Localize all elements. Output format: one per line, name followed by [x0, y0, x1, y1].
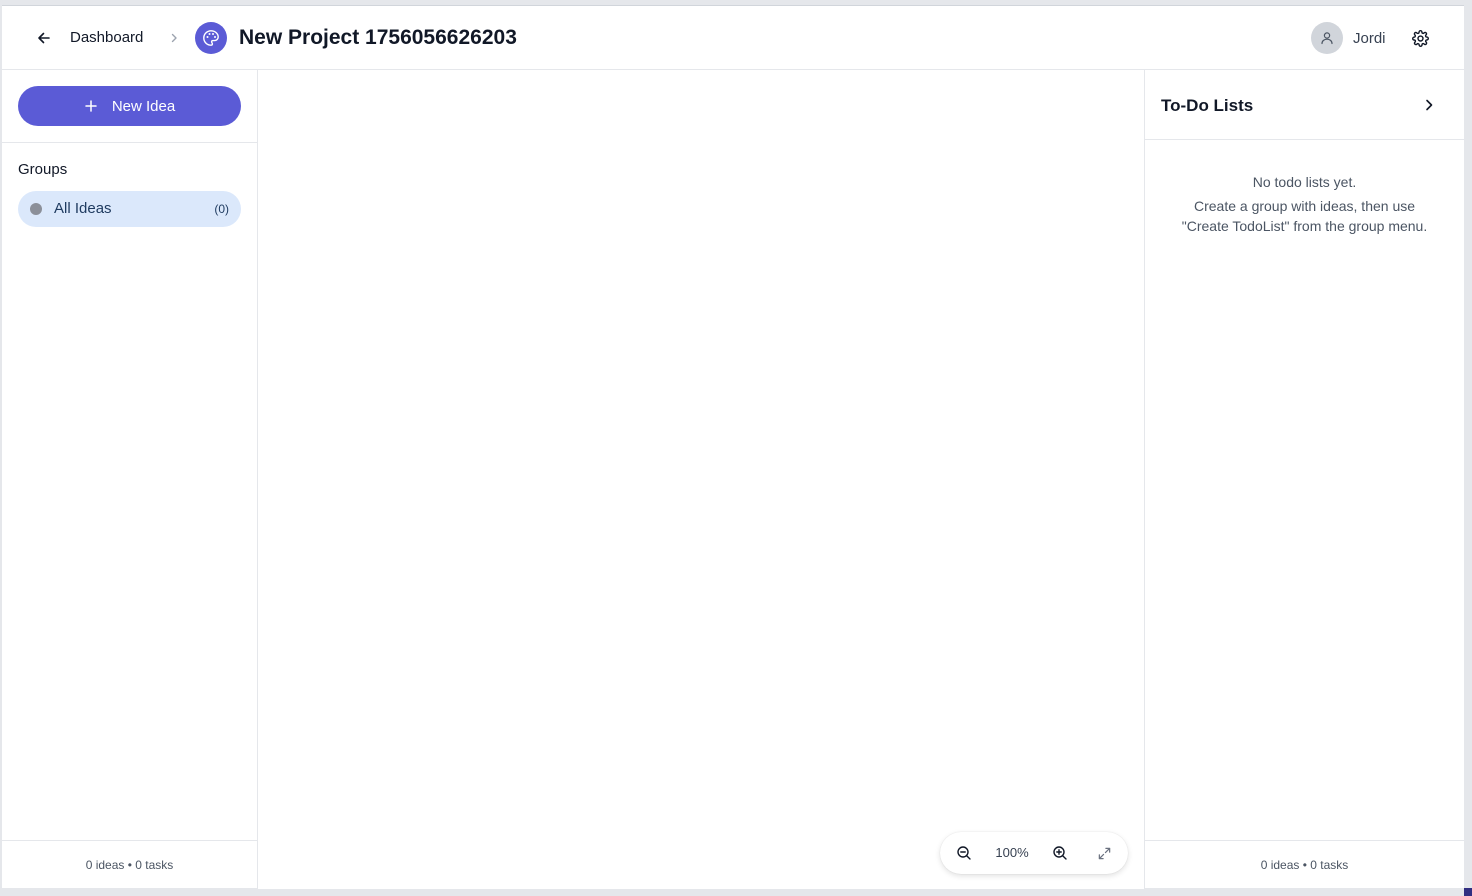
group-color-dot	[30, 203, 42, 215]
ideas-sidebar: New Idea Groups All Ideas (0) 0 ideas • …	[2, 70, 258, 889]
gear-icon	[1411, 29, 1429, 47]
app-window: Dashboard New Project 1756056626203 Jord…	[2, 5, 1464, 889]
avatar	[1311, 22, 1343, 54]
todo-panel-header: To-Do Lists	[1145, 70, 1464, 140]
user-name: Jordi	[1353, 29, 1386, 47]
top-header: Dashboard New Project 1756056626203 Jord…	[2, 6, 1464, 70]
plus-icon	[85, 100, 97, 112]
collapse-panel-button[interactable]	[1419, 95, 1439, 115]
zoom-out-icon	[957, 846, 971, 860]
zoom-controls: 100%	[940, 832, 1128, 874]
todo-panel-title: To-Do Lists	[1161, 96, 1254, 115]
settings-button[interactable]	[1410, 28, 1430, 48]
new-idea-button[interactable]: New Idea	[18, 86, 241, 126]
todo-lists-panel: To-Do Lists No todo lists yet. Create a …	[1144, 70, 1464, 889]
user-menu[interactable]: Jordi	[1311, 22, 1386, 54]
todo-empty-state: No todo lists yet. Create a group with i…	[1145, 172, 1464, 236]
zoom-in-button[interactable]	[1050, 843, 1070, 863]
divider	[2, 142, 257, 143]
fit-to-screen-button[interactable]	[1094, 843, 1114, 863]
ideas-canvas[interactable]: 100%	[258, 70, 1144, 889]
groups-heading: Groups	[18, 161, 68, 178]
group-label: All Ideas	[54, 200, 112, 217]
chevron-right-icon	[1426, 99, 1433, 111]
zoom-level: 100%	[995, 845, 1029, 860]
palette-icon	[195, 22, 227, 54]
back-button[interactable]	[34, 28, 54, 48]
user-icon	[1321, 32, 1333, 45]
empty-hint-line-2: "Create TodoList" from the group menu.	[1181, 218, 1428, 234]
todo-panel-footer-stats: 0 ideas • 0 tasks	[1145, 840, 1464, 889]
zoom-out-button[interactable]	[954, 843, 974, 863]
empty-title: No todo lists yet.	[1252, 174, 1357, 190]
zoom-in-icon	[1053, 846, 1067, 860]
breadcrumb-dashboard-link[interactable]: Dashboard	[70, 28, 143, 48]
sidebar-footer-stats: 0 ideas • 0 tasks	[2, 840, 257, 889]
expand-icon	[1098, 847, 1110, 859]
chevron-right-icon	[166, 28, 182, 48]
new-idea-label: New Idea	[111, 97, 176, 115]
project-title: New Project 1756056626203	[239, 26, 517, 49]
group-item-all-ideas[interactable]: All Ideas (0)	[18, 191, 241, 227]
group-count: (0)	[214, 202, 229, 216]
window-corner	[1464, 888, 1472, 896]
empty-hint-line-1: Create a group with ideas, then use	[1193, 198, 1416, 214]
arrow-left-icon	[38, 32, 50, 44]
